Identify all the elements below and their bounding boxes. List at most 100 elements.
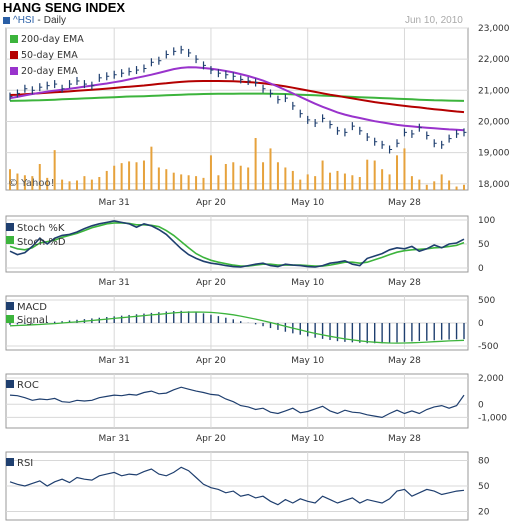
- legend-rsi-label: RSI: [17, 458, 33, 469]
- legend-ema50-swatch: [10, 51, 18, 59]
- volume-bar: [83, 176, 86, 190]
- volume-bar: [217, 175, 220, 190]
- volume-bar: [254, 138, 257, 190]
- volume-bar: [284, 167, 287, 190]
- roc-xtick-label: Mar 31: [99, 434, 130, 444]
- macd-ytick-label: 0: [478, 319, 484, 329]
- stoch-xtick-label: Mar 31: [99, 278, 130, 288]
- legend-stoch-k-label: Stoch %K: [17, 223, 65, 234]
- volume-bar: [448, 180, 451, 190]
- volume-bar: [336, 170, 339, 190]
- price-ytick-label: 23,000: [478, 24, 510, 34]
- volume-bar: [433, 181, 436, 190]
- volume-bar: [418, 179, 421, 190]
- volume-bar: [455, 186, 458, 190]
- volume-bar: [61, 179, 64, 190]
- macd-ytick-label: -500: [478, 342, 499, 352]
- price-xtick-label: Mar 31: [99, 198, 130, 208]
- volume-bar: [157, 167, 160, 190]
- volume-bar: [410, 176, 413, 190]
- volume-bar: [187, 175, 190, 190]
- legend-ema50-label: 50-day EMA: [21, 50, 78, 61]
- volume-bar: [239, 165, 242, 190]
- volume-bar: [463, 184, 465, 190]
- volume-bar: [343, 173, 346, 190]
- volume-bar: [90, 179, 93, 190]
- price-xtick-label: May 28: [388, 198, 421, 208]
- roc-xtick-label: May 28: [388, 434, 421, 444]
- volume-bar: [396, 155, 399, 190]
- volume-bar: [291, 170, 294, 190]
- volume-bar: [247, 167, 250, 190]
- price-ytick-label: 19,000: [478, 149, 510, 159]
- volume-bar: [321, 160, 324, 190]
- volume-bar: [135, 162, 138, 190]
- volume-bar: [329, 172, 332, 190]
- volume-bar: [425, 184, 428, 190]
- price-ytick-label: 20,000: [478, 117, 510, 127]
- volume-bar: [262, 162, 265, 190]
- roc-ytick-label: 2,000: [478, 374, 504, 384]
- volume-bar: [358, 177, 361, 190]
- price-ytick-label: 21,000: [478, 86, 510, 96]
- volume-bar: [351, 175, 354, 190]
- volume-bar: [276, 162, 279, 190]
- legend-macd-swatch: [6, 302, 14, 310]
- stoch-xtick-label: Apr 20: [196, 278, 226, 288]
- macd-xtick-label: Mar 31: [99, 356, 130, 366]
- legend-roc-label: ROC: [17, 380, 39, 391]
- stoch-ytick-label: 0: [478, 264, 484, 274]
- volume-bar: [373, 160, 376, 190]
- volume-bar: [366, 159, 369, 190]
- legend-stoch-d-label: Stoch %D: [17, 237, 66, 248]
- volume-bar: [306, 174, 309, 190]
- volume-bar: [209, 155, 212, 190]
- legend-ema200-label: 200-day EMA: [21, 34, 84, 45]
- rsi-ytick-label: 20: [478, 508, 490, 518]
- stoch-xtick-label: May 28: [388, 278, 421, 288]
- legend-rsi-swatch: [6, 458, 14, 466]
- volume-bar: [113, 165, 116, 190]
- roc-xtick-label: Apr 20: [196, 434, 226, 444]
- rsi-ytick-label: 50: [478, 482, 490, 492]
- volume-bar: [388, 174, 391, 190]
- volume-bar: [224, 164, 227, 190]
- volume-bar: [105, 170, 108, 190]
- volume-bar: [195, 176, 198, 190]
- volume-bar: [232, 162, 235, 190]
- price-xtick-label: Apr 20: [196, 198, 226, 208]
- yahoo-watermark: © Yahoo!: [8, 178, 55, 189]
- stoch-ytick-label: 50: [478, 240, 490, 250]
- volume-bar: [202, 177, 205, 190]
- legend-stoch-d-swatch: [6, 236, 14, 244]
- macd-xtick-label: Apr 20: [196, 356, 226, 366]
- volume-bar: [128, 161, 131, 190]
- volume-bar: [269, 148, 272, 190]
- volume-bar: [142, 160, 145, 190]
- volume-bar: [150, 146, 153, 190]
- volume-bar: [381, 169, 384, 190]
- roc-ytick-label: 0: [478, 400, 484, 410]
- macd-xtick-label: May 10: [291, 356, 324, 366]
- volume-bar: [68, 181, 71, 190]
- roc-ytick-label: -1,000: [478, 413, 507, 423]
- legend-signal-label: Signal: [17, 315, 48, 326]
- legend-ema200-swatch: [10, 35, 18, 43]
- roc-xtick-label: May 10: [291, 434, 324, 444]
- stoch-ytick-label: 100: [478, 216, 495, 226]
- volume-bar: [314, 176, 317, 190]
- volume-bar: [120, 163, 123, 190]
- volume-bar: [98, 177, 101, 190]
- legend-macd-label: MACD: [17, 302, 47, 313]
- volume-bar: [75, 180, 78, 190]
- volume-bar: [165, 169, 168, 190]
- legend-stoch-k-swatch: [6, 223, 14, 231]
- legend-roc-swatch: [6, 380, 14, 388]
- legend-signal-swatch: [6, 315, 14, 323]
- legend-ema20-swatch: [10, 67, 18, 75]
- macd-xtick-label: May 28: [388, 356, 421, 366]
- legend-ema20-label: 20-day EMA: [21, 66, 78, 77]
- chart-canvas: 23,000 22,000 21,000 20,000 19,000 18,000 © Ya…: [5, 24, 510, 521]
- macd-ytick-label: 500: [478, 296, 495, 306]
- price-xtick-label: May 10: [291, 198, 324, 208]
